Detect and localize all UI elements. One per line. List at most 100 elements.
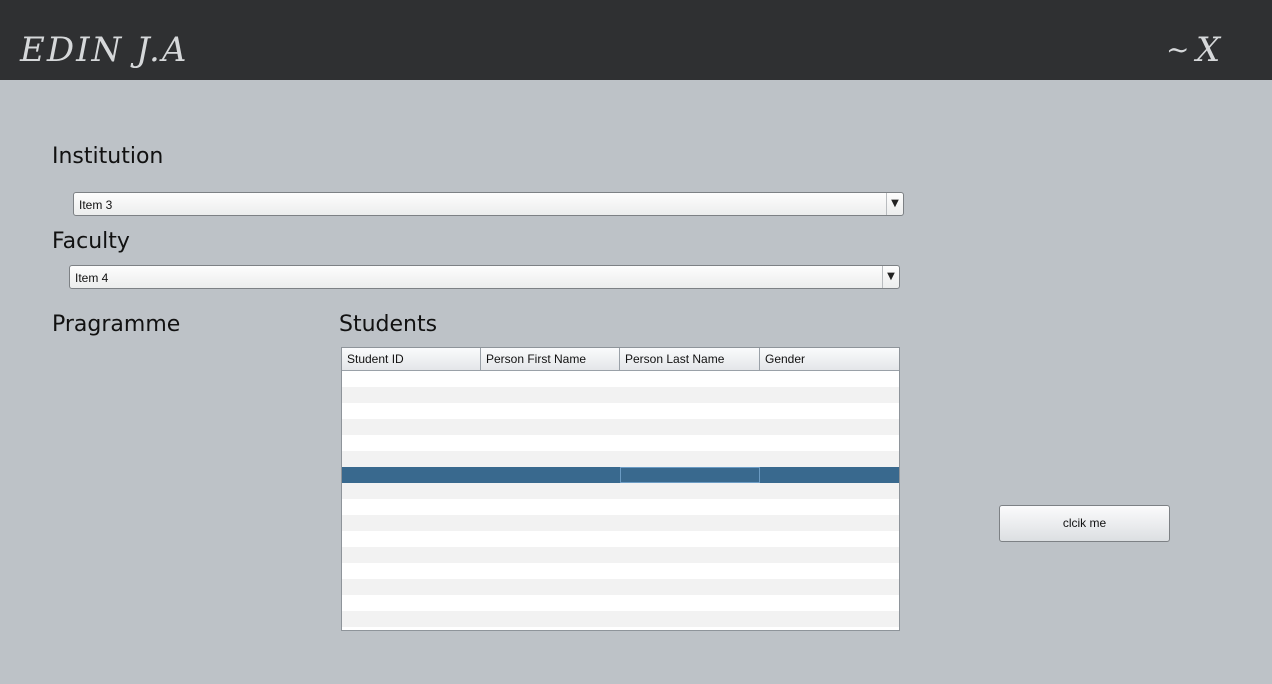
table-cell[interactable] — [342, 483, 481, 499]
table-row[interactable] — [342, 499, 899, 515]
table-cell[interactable] — [620, 579, 760, 595]
table-body — [342, 371, 899, 627]
table-row[interactable] — [342, 451, 899, 467]
table-cell[interactable] — [481, 563, 620, 579]
table-cell[interactable] — [481, 467, 620, 483]
table-header: Student ID Person First Name Person Last… — [342, 348, 899, 371]
table-cell[interactable] — [620, 595, 760, 611]
table-cell[interactable] — [342, 419, 481, 435]
table-cell[interactable] — [760, 387, 899, 403]
table-cell[interactable] — [342, 611, 481, 627]
table-cell[interactable] — [481, 547, 620, 563]
table-cell[interactable] — [342, 547, 481, 563]
column-header-gender[interactable]: Gender — [760, 348, 899, 370]
table-cell[interactable] — [342, 467, 481, 483]
table-cell[interactable] — [620, 419, 760, 435]
table-cell[interactable] — [342, 499, 481, 515]
students-label: Students — [339, 312, 438, 337]
table-row[interactable] — [342, 547, 899, 563]
table-cell[interactable] — [342, 435, 481, 451]
table-cell[interactable] — [342, 451, 481, 467]
table-cell[interactable] — [342, 515, 481, 531]
table-cell[interactable] — [760, 595, 899, 611]
table-cell[interactable] — [760, 531, 899, 547]
faculty-selected-value: Item 4 — [75, 271, 109, 285]
table-cell[interactable] — [481, 595, 620, 611]
table-cell[interactable] — [760, 499, 899, 515]
table-cell[interactable] — [760, 579, 899, 595]
close-button[interactable]: X — [1196, 30, 1220, 70]
column-header-student-id[interactable]: Student ID — [342, 348, 481, 370]
table-row[interactable] — [342, 387, 899, 403]
table-cell[interactable] — [620, 611, 760, 627]
faculty-label: Faculty — [52, 229, 130, 254]
table-cell[interactable] — [481, 371, 620, 387]
table-cell[interactable] — [760, 435, 899, 451]
table-cell[interactable] — [481, 579, 620, 595]
table-cell[interactable] — [760, 467, 899, 483]
table-row[interactable] — [342, 611, 899, 627]
table-row[interactable] — [342, 515, 899, 531]
table-cell[interactable] — [620, 371, 760, 387]
table-row[interactable] — [342, 595, 899, 611]
table-row[interactable] — [342, 563, 899, 579]
table-cell[interactable] — [620, 563, 760, 579]
table-cell[interactable] — [481, 435, 620, 451]
table-cell[interactable] — [760, 515, 899, 531]
table-cell[interactable] — [342, 595, 481, 611]
table-cell[interactable] — [620, 467, 760, 483]
table-cell[interactable] — [620, 387, 760, 403]
table-row[interactable] — [342, 467, 899, 483]
table-cell[interactable] — [342, 387, 481, 403]
table-row[interactable] — [342, 483, 899, 499]
table-cell[interactable] — [620, 499, 760, 515]
table-cell[interactable] — [481, 387, 620, 403]
table-cell[interactable] — [620, 547, 760, 563]
table-cell[interactable] — [481, 451, 620, 467]
column-header-last-name[interactable]: Person Last Name — [620, 348, 760, 370]
minimize-button[interactable]: ~ — [1166, 34, 1189, 66]
app-title: EDIN J.A — [20, 30, 189, 70]
table-cell[interactable] — [342, 579, 481, 595]
column-header-first-name[interactable]: Person First Name — [481, 348, 620, 370]
table-row[interactable] — [342, 531, 899, 547]
table-cell[interactable] — [760, 611, 899, 627]
table-row[interactable] — [342, 435, 899, 451]
table-cell[interactable] — [760, 403, 899, 419]
table-cell[interactable] — [760, 371, 899, 387]
table-cell[interactable] — [342, 531, 481, 547]
table-cell[interactable] — [760, 451, 899, 467]
table-cell[interactable] — [620, 515, 760, 531]
table-cell[interactable] — [620, 483, 760, 499]
table-cell[interactable] — [620, 435, 760, 451]
students-table[interactable]: Student ID Person First Name Person Last… — [341, 347, 900, 631]
click-me-button[interactable]: clcik me — [999, 505, 1170, 542]
table-cell[interactable] — [760, 563, 899, 579]
table-cell[interactable] — [342, 563, 481, 579]
table-row[interactable] — [342, 403, 899, 419]
table-cell[interactable] — [481, 531, 620, 547]
chevron-down-icon[interactable]: ▼ — [882, 266, 899, 288]
table-cell[interactable] — [760, 419, 899, 435]
table-cell[interactable] — [481, 611, 620, 627]
faculty-dropdown[interactable]: Item 4 ▼ — [69, 265, 900, 289]
table-cell[interactable] — [760, 483, 899, 499]
table-cell[interactable] — [620, 531, 760, 547]
table-cell[interactable] — [760, 547, 899, 563]
chevron-down-icon[interactable]: ▼ — [886, 193, 903, 215]
institution-selected-value: Item 3 — [79, 198, 113, 212]
table-cell[interactable] — [481, 499, 620, 515]
table-row[interactable] — [342, 371, 899, 387]
table-row[interactable] — [342, 419, 899, 435]
table-cell[interactable] — [342, 371, 481, 387]
table-cell[interactable] — [342, 403, 481, 419]
table-row[interactable] — [342, 579, 899, 595]
institution-dropdown[interactable]: Item 3 ▼ — [73, 192, 904, 216]
table-cell[interactable] — [620, 403, 760, 419]
table-cell[interactable] — [481, 403, 620, 419]
table-cell[interactable] — [481, 483, 620, 499]
title-bar: EDIN J.A ~ X — [0, 0, 1272, 80]
table-cell[interactable] — [481, 419, 620, 435]
table-cell[interactable] — [481, 515, 620, 531]
table-cell[interactable] — [620, 451, 760, 467]
